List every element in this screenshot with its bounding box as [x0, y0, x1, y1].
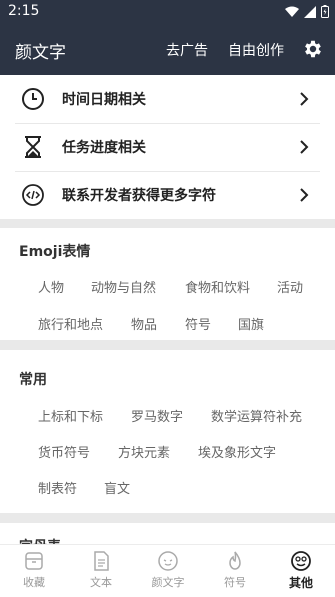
tag-block-elements[interactable]: 方块元素 [118, 442, 170, 461]
status-bar: 2:15 [0, 0, 335, 24]
gear-icon[interactable] [302, 38, 324, 60]
emoji-section: Emoji表情 人物 动物与自然 食物和饮料 活动 旅行和地点 物品 符号 国旗 [0, 228, 335, 340]
document-icon [94, 551, 109, 571]
tag-box-drawing[interactable]: 制表符 [38, 478, 77, 497]
section-title: Emoji表情 [19, 244, 91, 260]
list-item-label: 任务进度相关 [62, 140, 146, 156]
wifi-icon [285, 6, 299, 17]
tag-activities[interactable]: 活动 [277, 277, 303, 296]
clock-icon [18, 84, 48, 114]
nav-tab-favorites[interactable]: 收藏 [9, 550, 59, 590]
tag-math-operators[interactable]: 数学运算符补充 [211, 406, 302, 425]
app-header: 2:15 颜文字 去广告 自由创作 [0, 0, 335, 75]
nav-label: 收藏 [23, 576, 45, 589]
nav-label: 符号 [224, 576, 246, 589]
free-create-button[interactable]: 自由创作 [228, 40, 284, 60]
tag-people[interactable]: 人物 [38, 277, 64, 296]
nav-tab-text[interactable]: 文本 [76, 550, 126, 590]
status-icons [285, 5, 329, 18]
chevron-right-icon [300, 140, 309, 154]
hourglass-icon [18, 132, 48, 162]
list-item-time-date[interactable]: 时间日期相关 [15, 75, 320, 123]
remove-ads-button[interactable]: 去广告 [166, 40, 208, 60]
tag-superscript-subscript[interactable]: 上标和下标 [38, 406, 103, 425]
battery-icon [321, 5, 329, 18]
chevron-right-icon [300, 92, 309, 106]
tag-braille[interactable]: 盲文 [104, 478, 130, 497]
face-icon [158, 551, 178, 571]
nav-label: 颜文字 [151, 576, 185, 589]
chevron-right-icon [300, 188, 309, 202]
tag-objects[interactable]: 物品 [131, 314, 157, 333]
app-title: 颜文字 [15, 43, 66, 63]
tag-egyptian-hieroglyphs[interactable]: 埃及象形文字 [198, 442, 276, 461]
nav-label: 其他 [288, 576, 313, 590]
list-item-contact-developer[interactable]: 联系开发者获得更多字符 [15, 171, 320, 219]
tag-travel-places[interactable]: 旅行和地点 [38, 314, 103, 333]
code-icon [18, 180, 48, 210]
tag-currency-symbols[interactable]: 货币符号 [38, 442, 90, 461]
tag-flags[interactable]: 国旗 [238, 314, 264, 333]
archive-icon [25, 552, 43, 570]
smile-icon [291, 551, 311, 571]
nav-tab-other[interactable]: 其他 [276, 550, 326, 591]
list-item-task-progress[interactable]: 任务进度相关 [15, 123, 320, 171]
list-item-label: 时间日期相关 [62, 92, 146, 108]
list-item-label: 联系开发者获得更多字符 [62, 188, 216, 204]
tag-roman-numerals[interactable]: 罗马数字 [131, 406, 183, 425]
tag-food-drink[interactable]: 食物和饮料 [185, 277, 250, 296]
nav-tab-symbols[interactable]: 符号 [210, 550, 260, 590]
nav-label: 文本 [90, 576, 112, 589]
tag-animals-nature[interactable]: 动物与自然 [91, 277, 156, 296]
tag-symbols[interactable]: 符号 [185, 314, 211, 333]
flame-icon [229, 551, 241, 570]
quick-links-card: 时间日期相关 任务进度相关 联系开发者获得更多字符 [0, 75, 335, 219]
signal-icon [304, 5, 316, 18]
section-title: 常用 [19, 372, 47, 388]
status-time: 2:15 [8, 3, 40, 19]
nav-tab-kaomoji[interactable]: 颜文字 [143, 550, 193, 590]
common-section: 常用 上标和下标 罗马数字 数学运算符补充 货币符号 方块元素 埃及象形文字 制… [0, 350, 335, 513]
bottom-navigation: 收藏 文本 颜文字 符号 其他 [0, 544, 335, 597]
